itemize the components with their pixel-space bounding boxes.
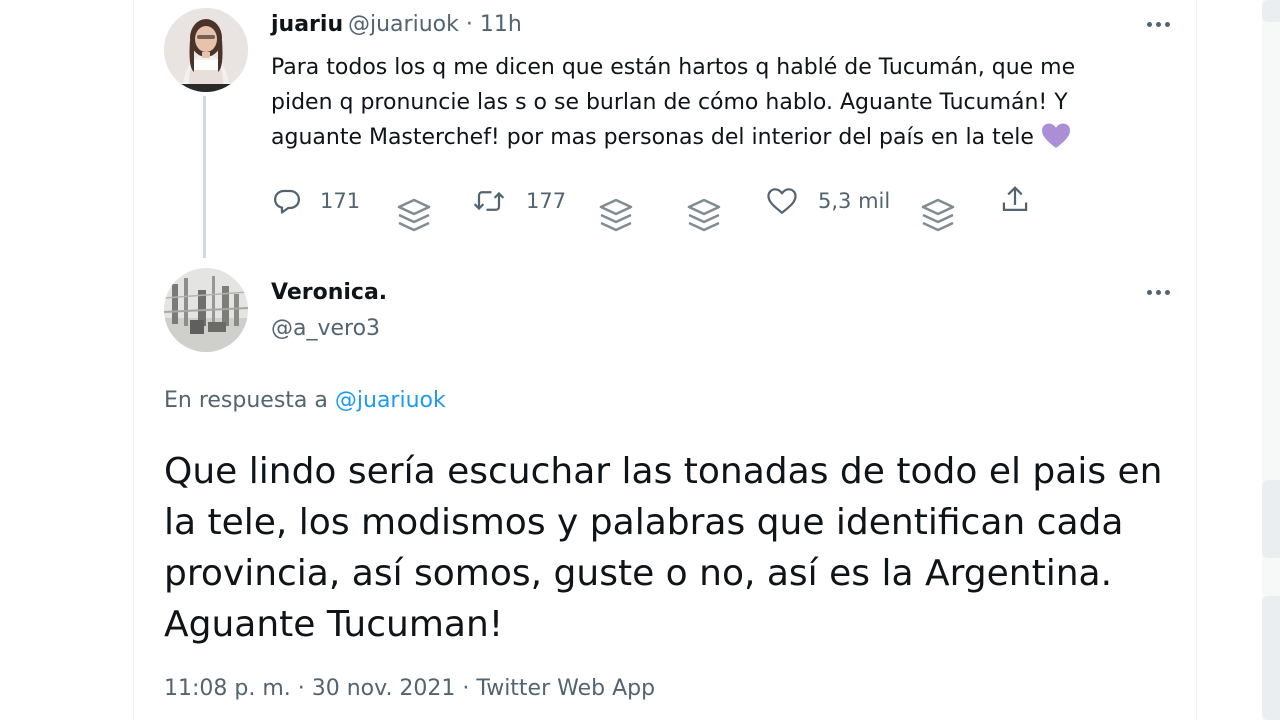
like-icon bbox=[767, 188, 797, 214]
layers-icon[interactable] bbox=[686, 196, 722, 236]
tweet2-text-line-2: la tele, los modismos y palabras que ide… bbox=[164, 502, 1124, 543]
layers-icon[interactable] bbox=[920, 196, 956, 236]
tweet1-handle[interactable]: @juariuok bbox=[348, 12, 459, 37]
tweet2-text-line-4: Aguante Tucuman! bbox=[164, 604, 504, 645]
like-button[interactable]: 5,3 mil bbox=[766, 186, 890, 216]
tweet1-meta: @juariuok · 11h bbox=[348, 12, 522, 37]
tweet1-text-line-3-wrap: aguante Masterchef! por mas personas del… bbox=[271, 120, 1071, 155]
column-border-right bbox=[1196, 0, 1197, 720]
avatar-veronica[interactable] bbox=[164, 268, 248, 352]
retweet-button[interactable]: 177 bbox=[472, 186, 566, 216]
retweet-icon bbox=[473, 191, 505, 211]
more-icon-dot bbox=[1146, 21, 1152, 27]
tweet1-author-name[interactable]: juariu bbox=[271, 12, 343, 37]
tweet2-text: Que lindo sería escuchar las tonadas de … bbox=[164, 446, 1163, 650]
tweet2-handle[interactable]: @a_vero3 bbox=[271, 316, 380, 341]
tweet1-separator: · bbox=[465, 12, 473, 37]
reply-button[interactable]: 171 bbox=[272, 186, 360, 216]
tweet2-timestamp-source[interactable]: 11:08 p. m. · 30 nov. 2021 · Twitter Web… bbox=[164, 676, 655, 701]
tweet2-author-name[interactable]: Veronica. bbox=[271, 280, 387, 305]
like-count: 5,3 mil bbox=[818, 189, 891, 213]
reply-icon bbox=[274, 189, 300, 214]
share-button[interactable] bbox=[1000, 184, 1030, 216]
tweet1-more-button[interactable] bbox=[1138, 12, 1178, 36]
tweet2-more-button[interactable] bbox=[1138, 280, 1178, 304]
tweet1-text-line-3: aguante Masterchef! por mas personas del… bbox=[271, 125, 1034, 150]
share-icon bbox=[1002, 186, 1028, 211]
layers-icon[interactable] bbox=[396, 196, 432, 236]
retweet-count: 177 bbox=[526, 189, 567, 213]
reply-context: En respuesta a @juariuok bbox=[164, 388, 446, 413]
reply-prefix: En respuesta a bbox=[164, 388, 328, 413]
right-edge-panel bbox=[1262, 0, 1280, 720]
column-border-left bbox=[133, 0, 134, 720]
thread-connector-line bbox=[203, 96, 206, 258]
tweet2-text-line-3: provincia, así somos, guste o no, así es… bbox=[164, 553, 1113, 594]
layers-icon[interactable] bbox=[598, 196, 634, 236]
reply-count: 171 bbox=[320, 189, 361, 213]
reply-handle-link[interactable]: @juariuok bbox=[335, 388, 446, 413]
more-icon-dot bbox=[1146, 289, 1152, 295]
tweet2-text-line-1: Que lindo sería escuchar las tonadas de … bbox=[164, 451, 1163, 492]
tweet1-time[interactable]: 11h bbox=[480, 12, 522, 37]
purple-heart-emoji bbox=[1041, 122, 1071, 150]
tweet1-text-line-2: piden q pronuncie las s o se burlan de c… bbox=[271, 90, 1068, 115]
tweet1-text-line-1: Para todos los q me dicen que están hart… bbox=[271, 55, 1076, 80]
avatar-juariu[interactable] bbox=[164, 8, 248, 92]
